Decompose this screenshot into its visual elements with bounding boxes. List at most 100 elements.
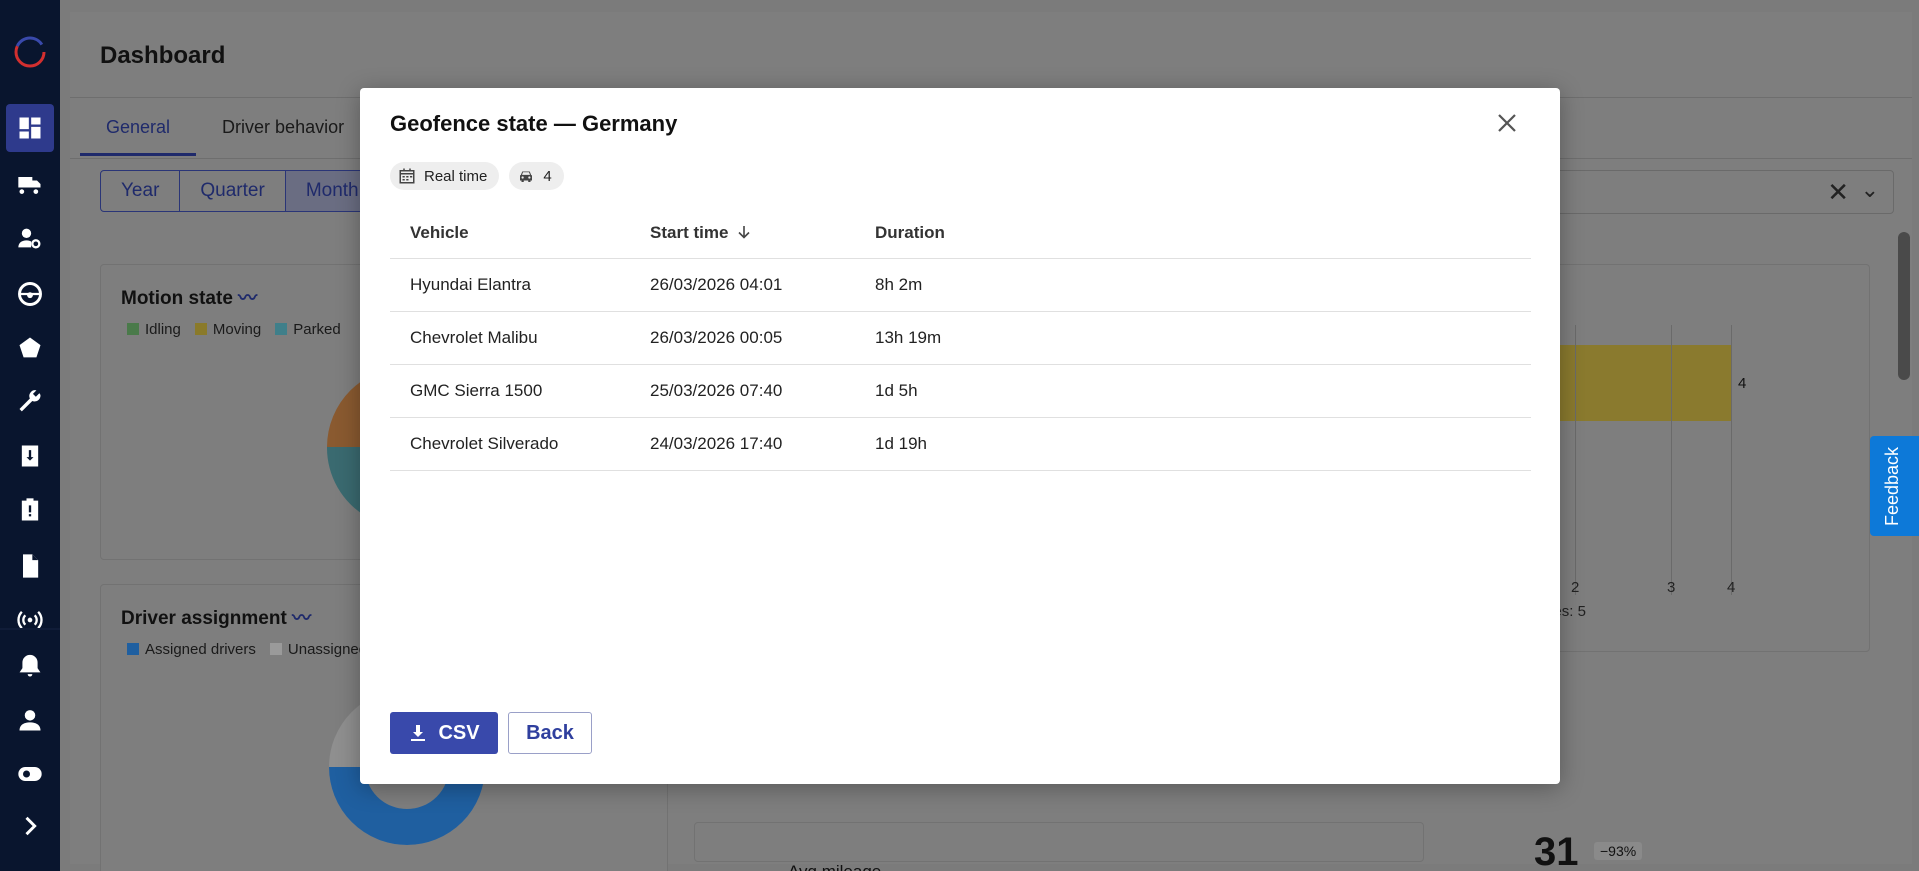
cell-start-time: 26/03/2026 04:01 — [630, 258, 855, 312]
column-header-start-time[interactable]: Start time — [630, 208, 855, 259]
filter-select[interactable]: ✕ ⌄ — [1542, 170, 1894, 214]
page-scrollbar[interactable] — [1898, 232, 1910, 380]
cell-start-time: 24/03/2026 17:40 — [630, 417, 855, 471]
dashboard-tabs: General Driver behavior — [80, 98, 370, 158]
dialog-title: Geofence state — Germany — [390, 111, 678, 136]
csv-export-button[interactable]: CSV — [390, 712, 498, 754]
sidebar-item-driving[interactable] — [6, 270, 54, 318]
feedback-label: Feedback — [1882, 446, 1902, 526]
close-icon[interactable] — [1492, 108, 1522, 138]
car-icon — [520, 171, 533, 182]
period-chip: Real time — [390, 162, 500, 190]
sidebar-divider — [0, 628, 60, 630]
cell-duration: 8h 2m — [855, 258, 1531, 312]
tick-2: 2 — [1571, 579, 1580, 596]
sidebar-item-vehicles[interactable] — [6, 160, 54, 208]
driver-legend: Assigned drivers Unassigned — [127, 641, 367, 658]
vehicle-count-chip: 4 — [509, 162, 564, 190]
pentagon-icon — [19, 337, 41, 358]
sidebar-item-geofences[interactable] — [6, 324, 54, 372]
sidebar-item-drivers[interactable] — [6, 214, 54, 262]
column-header-vehicle[interactable]: Vehicle — [390, 208, 630, 259]
clear-icon[interactable]: ✕ — [1827, 177, 1849, 208]
period-year[interactable]: Year — [101, 171, 181, 211]
cell-start-time: 25/03/2026 07:40 — [630, 364, 855, 418]
user-icon — [19, 710, 41, 731]
avg-mileage-label: Avg mileage — [788, 862, 881, 871]
tick-3: 3 — [1667, 579, 1676, 596]
gridline — [1671, 325, 1672, 595]
clipboard-alert-icon — [21, 498, 39, 521]
wrench-icon — [19, 390, 41, 412]
legend-assigned: Assigned drivers — [127, 641, 256, 658]
feedback-button[interactable]: Feedback — [1870, 436, 1919, 536]
csv-button-label: CSV — [438, 721, 480, 744]
sidebar — [0, 0, 60, 871]
truck-icon — [18, 177, 41, 194]
filter-chips: Real time 4 — [390, 162, 564, 190]
cell-duration: 1d 19h — [855, 417, 1531, 471]
vehicle-count-label: 4 — [543, 167, 552, 185]
legend-idling: Idling — [127, 321, 181, 338]
cell-vehicle: GMC Sierra 1500 — [390, 364, 630, 418]
download-icon — [411, 725, 426, 741]
gridline — [1575, 325, 1576, 595]
motion-legend: Idling Moving Parked — [127, 321, 341, 338]
sidebar-item-tasks[interactable] — [6, 486, 54, 534]
page-title: Dashboard — [100, 42, 226, 69]
cell-vehicle: Hyundai Elantra — [390, 258, 630, 312]
table-row[interactable]: GMC Sierra 1500 25/03/2026 07:40 1d 5h — [390, 364, 1531, 418]
sidebar-item-maintenance[interactable] — [6, 378, 54, 426]
document-icon — [23, 554, 39, 578]
period-quarter[interactable]: Quarter — [180, 171, 286, 211]
live-feed-icon: 〰 — [292, 608, 312, 629]
sidebar-item-documents[interactable] — [6, 542, 54, 590]
chevron-down-icon[interactable]: ⌄ — [1861, 177, 1879, 203]
geofence-vehicles-table: Vehicle Start time Duration Hyundai Elan… — [390, 208, 1531, 471]
period-chip-label: Real time — [424, 167, 488, 185]
calendar-icon — [399, 168, 415, 184]
settings-card-icon — [18, 767, 42, 781]
steering-wheel-icon — [18, 282, 42, 306]
cell-duration: 13h 19m — [855, 311, 1531, 365]
tab-general[interactable]: General — [80, 98, 197, 156]
logo-icon — [14, 36, 46, 68]
geofence-state-dialog: Geofence state — Germany Real time 4 Veh… — [360, 88, 1560, 784]
legend-moving: Moving — [194, 321, 261, 338]
table-row[interactable]: Chevrolet Silverado 24/03/2026 17:40 1d … — [390, 417, 1531, 471]
cell-vehicle: Chevrolet Silverado — [390, 417, 630, 471]
driver-assignment-title: Driver assignment 〰 — [121, 608, 312, 629]
legend-unassigned: Unassigned — [269, 641, 367, 658]
dashboard-icon — [19, 117, 41, 139]
live-feed-icon: 〰 — [238, 288, 258, 309]
period-selector: Year Quarter Month — [100, 170, 381, 212]
report-download-icon — [21, 445, 39, 467]
sidebar-item-dashboard[interactable] — [6, 104, 54, 152]
sidebar-item-settings[interactable] — [6, 750, 54, 798]
tab-driver-behavior[interactable]: Driver behavior — [196, 98, 370, 156]
cell-start-time: 26/03/2026 00:05 — [630, 311, 855, 365]
sidebar-item-trackers[interactable] — [6, 596, 54, 644]
driver-settings-icon — [18, 228, 41, 249]
cell-vehicle: Chevrolet Malibu — [390, 311, 630, 365]
stat-change-badge: −93% — [1594, 842, 1643, 860]
table-header-row: Vehicle Start time Duration — [390, 208, 1531, 259]
gridline — [1731, 325, 1732, 595]
sidebar-expand[interactable] — [6, 802, 54, 850]
chevron-right-icon — [25, 816, 37, 836]
tick-4: 4 — [1727, 579, 1736, 596]
motion-state-title: Motion state 〰 — [121, 288, 258, 309]
back-button[interactable]: Back — [508, 712, 592, 754]
cell-duration: 1d 5h — [855, 364, 1531, 418]
legend-parked: Parked — [275, 321, 341, 338]
sidebar-item-reports[interactable] — [6, 432, 54, 480]
table-row[interactable]: Hyundai Elantra 26/03/2026 04:01 8h 2m — [390, 258, 1531, 312]
page-header: Dashboard — [70, 12, 1912, 98]
column-header-duration[interactable]: Duration — [855, 208, 1531, 259]
stat-value: 31 — [1534, 830, 1579, 871]
mileage-card — [694, 822, 1424, 862]
sidebar-item-profile[interactable] — [6, 696, 54, 744]
sort-descending-icon[interactable] — [736, 224, 752, 240]
table-row[interactable]: Chevrolet Malibu 26/03/2026 00:05 13h 19… — [390, 311, 1531, 365]
sidebar-item-notifications[interactable] — [6, 642, 54, 690]
